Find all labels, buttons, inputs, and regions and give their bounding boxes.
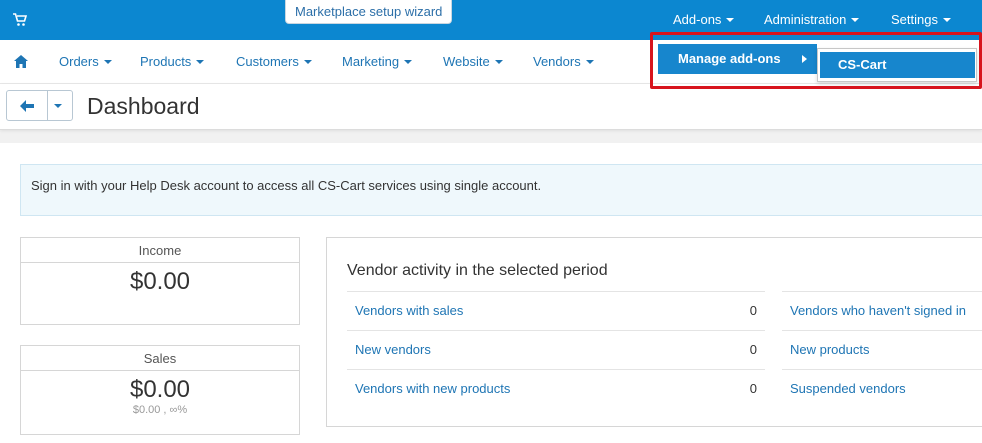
income-card: Income $0.00 — [20, 237, 300, 325]
submenu-item-cs-cart[interactable]: CS-Cart — [820, 52, 975, 78]
chevron-down-icon — [196, 59, 205, 64]
nav-website-label: Website — [443, 54, 490, 69]
nav-vendors-label: Vendors — [533, 54, 581, 69]
activity-count: 0 — [749, 303, 757, 318]
chevron-down-icon — [585, 59, 594, 64]
sales-value: $0.00 — [129, 376, 191, 403]
sales-card: Sales $0.00 $0.00 , ∞% — [20, 345, 300, 435]
menu-administration-label: Administration — [764, 12, 847, 27]
menu-settings-label: Settings — [891, 12, 938, 27]
activity-count: 0 — [749, 342, 757, 357]
chevron-down-icon — [851, 17, 860, 22]
nav-website[interactable]: Website — [443, 40, 503, 84]
activity-row: Suspended vendors — [782, 369, 982, 408]
chevron-right-icon — [802, 55, 807, 63]
chevron-down-icon — [303, 59, 312, 64]
vendor-activity-panel: Vendor activity in the selected period V… — [326, 237, 982, 427]
cart-icon[interactable] — [13, 13, 27, 27]
sales-label: Sales — [21, 346, 299, 371]
nav-vendors[interactable]: Vendors — [533, 40, 594, 84]
activity-row: Vendors with sales 0 — [347, 291, 765, 330]
activity-row: New vendors 0 — [347, 330, 765, 369]
dashboard-content: Sign in with your Help Desk account to a… — [0, 143, 982, 443]
menu-addons[interactable]: Add-ons — [673, 0, 735, 40]
nav-customers[interactable]: Customers — [236, 40, 312, 84]
vendor-activity-title: Vendor activity in the selected period — [347, 262, 608, 279]
income-label: Income — [21, 238, 299, 263]
activity-link[interactable]: Suspended vendors — [790, 370, 906, 408]
nav-customers-label: Customers — [236, 54, 299, 69]
activity-link[interactable]: Vendors who haven't signed in — [790, 292, 966, 330]
marketplace-setup-wizard-button[interactable]: Marketplace setup wizard — [285, 0, 453, 24]
activity-row: Vendors who haven't signed in — [782, 291, 982, 330]
nav-marketing-label: Marketing — [342, 54, 400, 69]
activity-row: Vendors with new products 0 — [347, 369, 765, 408]
menu-addons-label: Add-ons — [673, 12, 722, 27]
income-value: $0.00 — [129, 268, 191, 295]
nav-orders-label: Orders — [59, 54, 99, 69]
back-button[interactable] — [6, 90, 48, 121]
sales-change: $0.00 , ∞% — [132, 404, 188, 416]
chevron-down-icon — [494, 59, 503, 64]
back-dropdown-button[interactable] — [47, 90, 73, 121]
nav-products[interactable]: Products — [140, 40, 205, 84]
title-bar: Dashboard — [0, 84, 982, 130]
helpdesk-notice: Sign in with your Help Desk account to a… — [20, 164, 982, 216]
chevron-down-icon — [54, 104, 62, 108]
home-icon[interactable] — [14, 55, 28, 68]
nav-products-label: Products — [140, 54, 192, 69]
addons-submenu: CS-Cart — [817, 48, 977, 82]
activity-row: New products — [782, 330, 982, 369]
arrow-left-icon — [20, 100, 34, 112]
page-title: Dashboard — [87, 93, 200, 119]
nav-marketing[interactable]: Marketing — [342, 40, 413, 84]
activity-count: 0 — [749, 381, 757, 396]
nav-orders[interactable]: Orders — [59, 40, 112, 84]
manage-addons-label: Manage add-ons — [678, 51, 781, 66]
menu-settings[interactable]: Settings — [891, 0, 951, 40]
chevron-down-icon — [942, 17, 951, 22]
chevron-down-icon — [726, 17, 735, 22]
menu-administration[interactable]: Administration — [764, 0, 860, 40]
activity-link[interactable]: Vendors with new products — [355, 370, 510, 408]
activity-link[interactable]: Vendors with sales — [355, 292, 463, 330]
activity-link[interactable]: New vendors — [355, 331, 431, 369]
top-bar: Marketplace setup wizard Add-ons Adminis… — [0, 0, 982, 40]
manage-addons-menu-item[interactable]: Manage add-ons — [658, 44, 817, 74]
chevron-down-icon — [404, 59, 413, 64]
activity-link[interactable]: New products — [790, 331, 869, 369]
chevron-down-icon — [103, 59, 112, 64]
